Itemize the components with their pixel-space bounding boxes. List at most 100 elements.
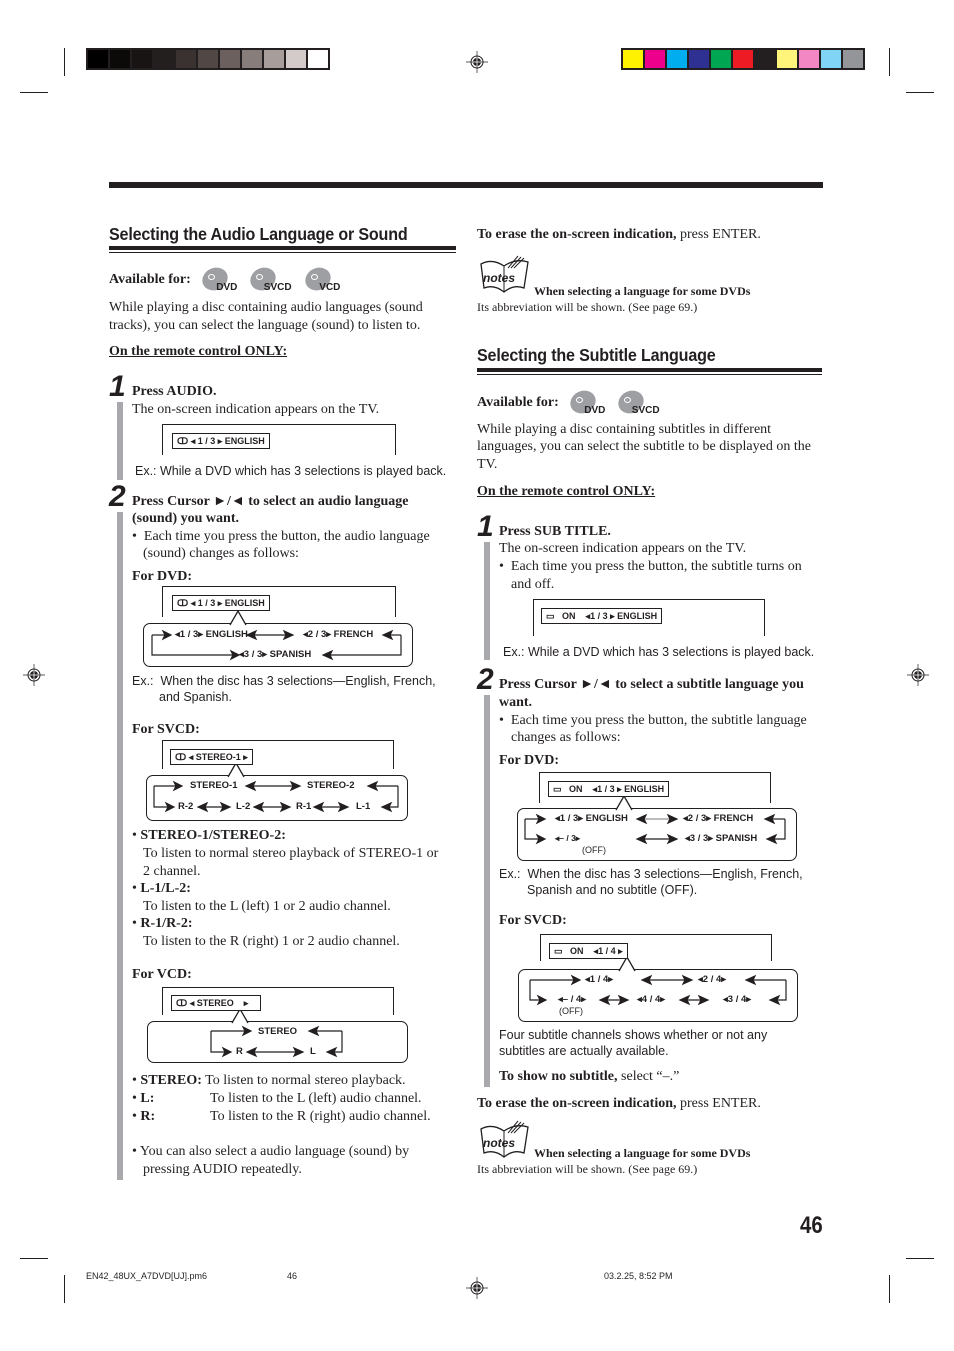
cycle-item-stereo-2: STEREO-2 — [307, 780, 355, 791]
available-for: Available for: DVD SVCD — [477, 386, 660, 418]
step1-bullet-line2: and off. — [511, 577, 555, 592]
step2-bullet-line1: • Each time you press the button, the su… — [499, 713, 807, 728]
color-swatch — [645, 50, 665, 68]
subtitle-icon: ▭ — [553, 784, 562, 794]
notes-icon: notes — [480, 1120, 529, 1158]
cycle-item-2-4: ◂2 / 4▸ — [698, 974, 727, 985]
registration-mark-icon — [907, 664, 929, 686]
svcd-note-line2: subtitles are actually available. — [499, 1044, 669, 1058]
also-select-note: • You can also select a audio language (… — [132, 1144, 410, 1159]
step1-example: Ex.: While a DVD which has 3 selections … — [503, 645, 815, 659]
vcd-def-r: • R: To listen to the R (right) audio cha… — [132, 1109, 431, 1124]
disc-icon-svcd: SVCD — [614, 386, 660, 418]
def-stereo-text-2: 2 channel. — [143, 864, 201, 879]
color-swatch — [623, 50, 643, 68]
notes-icon: notes — [480, 255, 529, 293]
registration-mark-icon — [466, 1277, 488, 1299]
cycle-arrows — [153, 780, 399, 813]
step1-bullet-line1: • Each time you press the button, the su… — [499, 559, 802, 574]
cycle-item-english: ◂1 / 3▸ ENGLISH — [175, 629, 248, 640]
cycle-item-1-4: ◂1 / 4▸ — [585, 974, 614, 985]
osd-subtitle-indicator: ▭ ON ◂1 / 4 ▸ — [549, 943, 628, 959]
note1-text: Its abbreviation will be shown. (See pag… — [477, 300, 698, 314]
for-svcd-label: For SVCD: — [132, 722, 200, 737]
vcd-def-l: • L: To listen to the L (left) audio chan… — [132, 1091, 422, 1106]
step2-title-line2: want. — [499, 695, 533, 710]
svg-text:notes: notes — [483, 271, 515, 285]
osd-audio-indicator: ↀ ◂ 1 / 3 ▸ ENGLISH — [172, 595, 270, 611]
color-swatch — [733, 50, 753, 68]
step1-example: Ex.: While a DVD which has 3 selections … — [135, 464, 447, 478]
cycle-item-3-4: ◂3 / 4▸ — [723, 994, 752, 1005]
gray-swatch — [176, 50, 196, 68]
step1-text: The on-screen indication appears on the … — [499, 541, 747, 556]
cycle-item-stereo-1: STEREO-1 — [190, 780, 238, 791]
step2-bullet-line2: changes as follows: — [511, 730, 621, 745]
crop-mark — [20, 1258, 48, 1259]
step-bar — [484, 542, 490, 660]
section-heading-subtitle: Selecting the Subtitle Language — [477, 345, 716, 365]
also-select-note-line2: pressing AUDIO repeatedly. — [143, 1162, 302, 1177]
svcd-note-line1: Four subtitle channels shows whether or … — [499, 1028, 768, 1042]
def-r: • R-1/R-2: — [132, 916, 193, 931]
no-subtitle-instruction: To show no subtitle, select “–.” — [499, 1069, 680, 1084]
cycle-item-l-2: L-2 — [236, 801, 251, 812]
audio-icon: ↀ — [176, 998, 188, 1008]
cycle-item-stereo: STEREO — [258, 1026, 298, 1037]
page-number: 46 — [800, 1212, 823, 1239]
audio-icon: ↀ — [177, 436, 189, 446]
audio-intro: While playing a disc containing audio la… — [109, 300, 423, 333]
cycle-item-french: ◂2 / 3▸ FRENCH — [683, 813, 754, 824]
erase-instruction: To erase the on-screen indication, press… — [477, 1096, 761, 1111]
gray-swatch — [154, 50, 174, 68]
grayscale-calibration-bar — [86, 48, 330, 70]
color-swatch — [777, 50, 797, 68]
top-rule — [109, 182, 823, 188]
erase-instruction: To erase the on-screen indication, press… — [477, 227, 761, 242]
color-calibration-bar — [621, 48, 865, 70]
def-r-text: To listen to the R (right) 1 or 2 audio … — [143, 934, 400, 949]
osd-subtitle-indicator: ▭ ON ◂1 / 3 ▸ ENGLISH — [548, 781, 670, 797]
def-l-text: To listen to the L (left) 1 or 2 audio c… — [143, 899, 391, 914]
step1-title: Press AUDIO. — [132, 384, 217, 399]
subtitle-icon: ▭ — [546, 611, 555, 621]
available-for: Available for: DVD SVCD VCD — [109, 263, 340, 295]
gray-swatch — [308, 50, 328, 68]
def-l: • L-1/L-2: — [132, 881, 191, 896]
registration-mark-icon — [466, 51, 488, 73]
crop-mark — [889, 48, 890, 76]
crop-mark — [889, 1275, 890, 1303]
step-bar — [484, 695, 490, 1087]
audio-icon: ↀ — [177, 598, 189, 608]
crop-mark — [64, 1275, 65, 1303]
color-swatch — [711, 50, 731, 68]
dvd-example-line2: Spanish and no subtitle (OFF). — [527, 883, 698, 897]
subtitle-intro-line3: TV. — [477, 457, 498, 472]
gray-swatch — [132, 50, 152, 68]
cycle-item-r-1: R-1 — [296, 801, 312, 812]
footer-file: EN42_48UX_A7DVD[UJ].pm6 — [86, 1271, 208, 1281]
step1-title: Press SUB TITLE. — [499, 524, 611, 539]
color-swatch — [689, 50, 709, 68]
subtitle-intro-line1: While playing a disc containing subtitle… — [477, 422, 772, 437]
heading-rule — [477, 368, 822, 372]
remote-only-label: On the remote control ONLY: — [109, 344, 288, 359]
subtitle-icon: ▭ — [554, 946, 563, 956]
step-number-2: 2 — [109, 480, 126, 513]
gray-swatch — [88, 50, 108, 68]
footer-page: 46 — [287, 1271, 298, 1281]
dvd-example-line1: Ex.: When the disc has 3 selections—Engl… — [132, 674, 436, 688]
registration-mark-icon — [23, 664, 45, 686]
available-label: Available for: — [477, 395, 559, 411]
subtitle-intro-line2: languages, you can select the subtitle t… — [477, 439, 811, 454]
step2-bullet-line2: (sound) changes as follows: — [143, 546, 299, 561]
step-bar — [117, 402, 123, 480]
off-label: (OFF) — [559, 1006, 583, 1016]
note2-title: When selecting a language for some DVDs — [534, 1146, 751, 1160]
cycle-item-4-4: ◂4 / 4▸ — [637, 994, 666, 1005]
remote-only-label: On the remote control ONLY: — [477, 484, 656, 499]
osd-subtitle-indicator: ▭ ON ◂1 / 3 ▸ ENGLISH — [541, 608, 663, 624]
disc-icon-dvd: DVD — [566, 386, 605, 418]
osd-audio-indicator: ↀ ◂ STEREO ▸ — [171, 995, 261, 1011]
for-dvd-label: For DVD: — [132, 569, 193, 584]
